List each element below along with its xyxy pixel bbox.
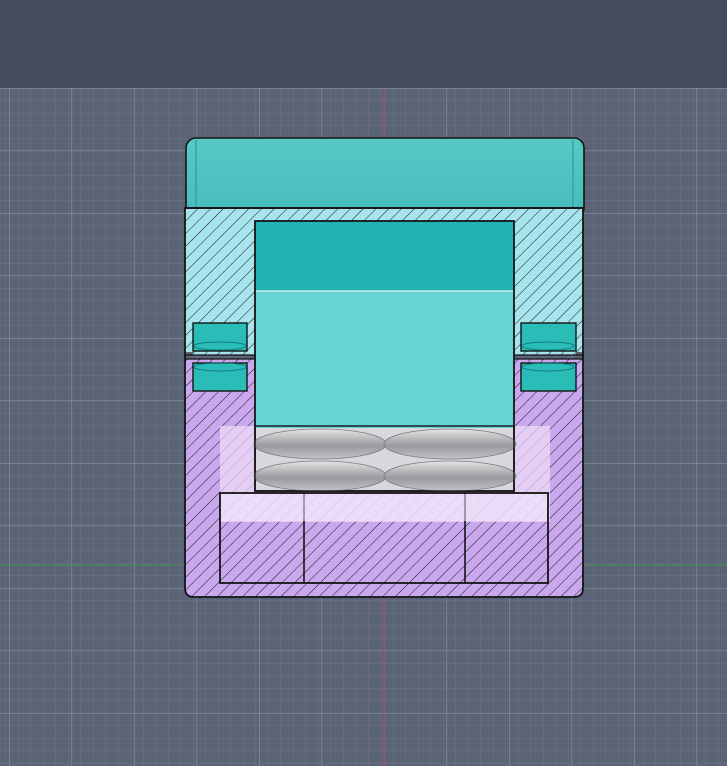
section-view-model[interactable] xyxy=(184,137,585,598)
magnet-left-upper xyxy=(192,322,248,352)
magnet-left-lower xyxy=(192,362,248,392)
magnet-right-lower xyxy=(520,362,577,392)
disc-bottom-right xyxy=(383,460,517,492)
magnet-right-upper xyxy=(520,322,577,352)
disc-bottom-left xyxy=(253,460,387,492)
disc-top-right xyxy=(383,428,517,460)
disc-stack xyxy=(253,425,517,492)
top-toolbar-area xyxy=(0,0,727,88)
3d-viewport[interactable] xyxy=(0,88,727,766)
disc-top-left xyxy=(253,428,387,460)
viewport-canvas[interactable] xyxy=(0,88,727,766)
top-cap xyxy=(185,137,585,219)
